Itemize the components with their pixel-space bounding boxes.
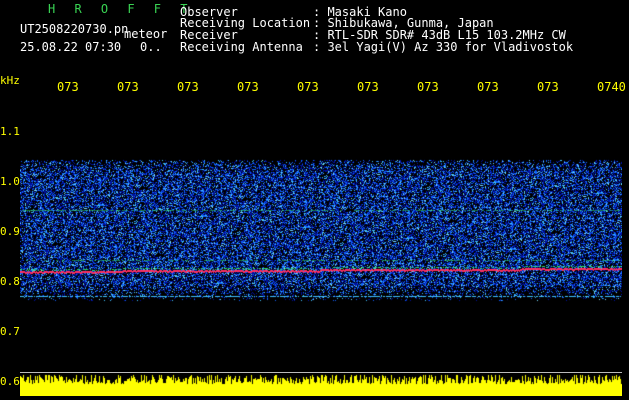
y-axis-unit: kHz: [0, 74, 20, 87]
x-tick-label: 073: [237, 80, 259, 94]
x-tick-label: 073: [117, 80, 139, 94]
y-tick-label: 1.1: [0, 125, 20, 138]
histogram-baseline: [20, 372, 622, 373]
x-tick-label: 073: [57, 80, 79, 94]
filename-label: UT2508220730.pn: [20, 22, 129, 36]
x-tick-label: 073: [477, 80, 499, 94]
y-tick-label: 0.8: [0, 275, 20, 288]
y-tick-label: 0.6: [0, 375, 20, 388]
y-tick-label: 1.0: [0, 175, 20, 188]
antenna-value: : 3el Yagi(V) Az 330 for Vladivostok: [313, 40, 574, 54]
spectrogram-canvas: [20, 100, 622, 396]
x-tick-label: 073: [357, 80, 379, 94]
x-tick-label: 073: [537, 80, 559, 94]
app-title: H R O F F T: [48, 2, 194, 16]
antenna-label: Receiving Antenna: [180, 40, 303, 54]
y-tick-label: 0.9: [0, 225, 20, 238]
x-tick-label: 0740: [597, 80, 626, 94]
meteor-count: 0..: [140, 40, 162, 54]
y-tick-label: 0.7: [0, 325, 20, 338]
x-tick-label: 073: [417, 80, 439, 94]
meteor-label: meteor: [124, 27, 168, 41]
x-tick-label: 073: [177, 80, 199, 94]
x-tick-label: 073: [297, 80, 319, 94]
datetime-label: 25.08.22 07:30: [20, 40, 122, 54]
